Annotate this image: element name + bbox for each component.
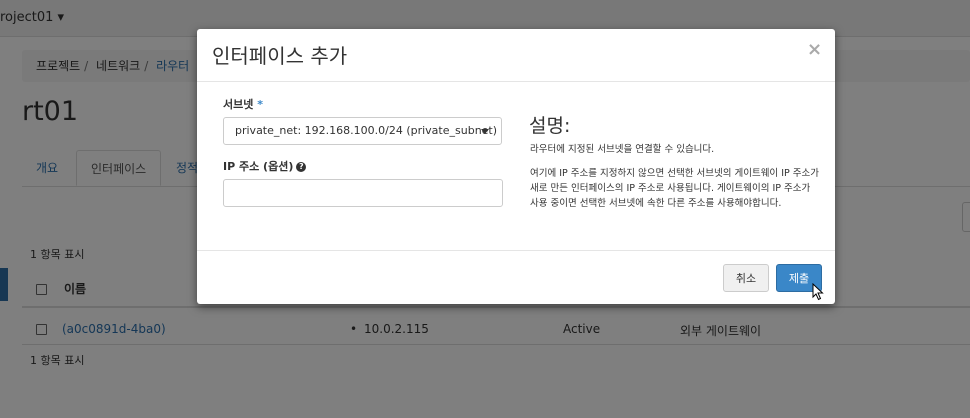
help-icon[interactable]: ? <box>296 162 307 172</box>
chevron-down-icon <box>481 129 489 134</box>
description-text-1: 라우터에 지정된 서브넷을 연결할 수 있습니다. <box>530 144 715 155</box>
description-text-2: 여기에 IP 주소를 지정하지 않으면 선택한 서브넷의 게이트웨이 IP 주소… <box>530 168 819 209</box>
close-icon[interactable]: × <box>807 39 822 60</box>
subnet-selected-value: private_net: 192.168.100.0/24 (private_s… <box>235 124 498 137</box>
mouse-cursor-icon <box>812 283 824 301</box>
cancel-button[interactable]: 취소 <box>723 264 769 292</box>
subnet-label: 서브넷 * <box>223 98 263 111</box>
modal-header: 인터페이스 추가 × <box>197 29 835 82</box>
ip-address-label: IP 주소 (옵션)? <box>223 158 307 174</box>
modal-footer: 취소 제출 <box>197 250 835 305</box>
required-icon: * <box>257 98 263 111</box>
description-heading: 설명: <box>529 115 571 137</box>
modal-title: 인터페이스 추가 <box>212 44 348 68</box>
subnet-select[interactable]: private_net: 192.168.100.0/24 (private_s… <box>223 117 502 145</box>
ip-address-input[interactable] <box>223 179 503 207</box>
add-interface-dialog: 인터페이스 추가 × 서브넷 * private_net: 192.168.10… <box>197 29 835 304</box>
